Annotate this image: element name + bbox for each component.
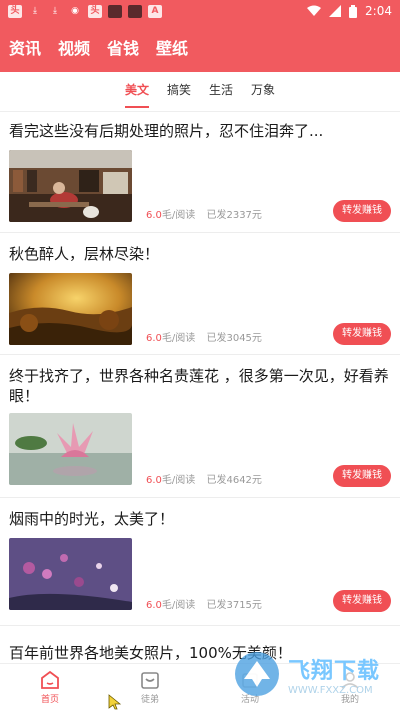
article-title[interactable]: 看完这些没有后期处理的照片，忍不住泪奔了... [9, 121, 392, 141]
article-thumbnail[interactable] [9, 413, 132, 485]
subtab-misc[interactable]: 万象 [251, 72, 275, 112]
watermark: 飞翔下载 WWW.FXXZ.COM [232, 646, 394, 702]
watermark-text: 飞翔下载 [288, 658, 381, 684]
share-earn-button[interactable]: 转发赚钱 [333, 200, 391, 222]
battery-icon [349, 4, 358, 18]
app-icon [128, 4, 142, 18]
status-bar: 头 ⤓ ⤓ ◉ 头 A 2:04 [0, 0, 400, 22]
reward-price: 6.0 [146, 475, 162, 486]
nav-label: 徒弟 [140, 694, 159, 705]
watermark-logo-icon [235, 652, 279, 696]
tab-wallpaper[interactable]: 壁纸 [156, 35, 188, 59]
app-icon [108, 4, 122, 18]
paid-amount: 已发2337元 [206, 210, 262, 221]
reward-price: 6.0 [146, 210, 162, 221]
reward-unit: 毛/阅读 [161, 333, 196, 344]
subtab-essays[interactable]: 美文 [124, 72, 149, 112]
tab-save-money[interactable]: 省钱 [107, 35, 139, 59]
sub-tab-bar: 美文 搞笑 生活 万象 [0, 72, 400, 112]
article-item[interactable]: 看完这些没有后期处理的照片，忍不住泪奔了... 6.0毛/阅读 已发2337元 … [0, 113, 400, 233]
nav-label: 首页 [40, 694, 59, 705]
library-image [9, 150, 132, 222]
tab-news[interactable]: 资讯 [9, 35, 41, 59]
watermark-url: WWW.FXXZ.COM [288, 684, 373, 696]
paid-amount: 已发3045元 [206, 333, 262, 344]
share-earn-button[interactable]: 转发赚钱 [333, 323, 391, 345]
article-item[interactable]: 秋色醉人，层林尽染！ 6.0毛/阅读 已发3045元 转发赚钱 [0, 233, 400, 355]
article-title[interactable]: 烟雨中的时光，太美了！ [9, 509, 392, 529]
autumn-forest-image [9, 273, 132, 345]
article-thumbnail[interactable] [9, 150, 132, 222]
status-time: 2:04 [365, 4, 392, 18]
paid-amount: 已发3715元 [206, 600, 262, 611]
purple-flowers-image [9, 538, 132, 610]
reward-price: 6.0 [146, 333, 162, 344]
article-meta: 6.0毛/阅读 已发3715元 [146, 596, 262, 611]
download-icon: ⤓ [33, 5, 37, 16]
reward-unit: 毛/阅读 [161, 600, 196, 611]
article-item[interactable]: 终于找齐了，世界各种名贵莲花 ，很多第一次见，好看养眼！ 6.0毛/阅读 已发4… [0, 355, 400, 498]
paid-amount: 已发4642元 [206, 475, 262, 486]
download-icon: ⤓ [53, 5, 57, 16]
subtab-life[interactable]: 生活 [209, 72, 233, 112]
signal-icon [329, 5, 342, 17]
article-meta: 6.0毛/阅读 已发3045元 [146, 329, 262, 344]
article-item[interactable]: 烟雨中的时光，太美了！ 6.0毛/阅读 已发3715元 转发赚钱 [0, 498, 400, 626]
status-icons: 头 ⤓ ⤓ ◉ 头 A [8, 4, 307, 18]
status-right: 2:04 [307, 4, 392, 18]
cursor-icon [108, 694, 122, 710]
share-earn-button[interactable]: 转发赚钱 [333, 465, 391, 487]
share-earn-button[interactable]: 转发赚钱 [333, 590, 391, 612]
notification-icon: 头 [8, 4, 22, 18]
wifi-icon [307, 5, 322, 16]
reward-price: 6.0 [146, 600, 162, 611]
lotus-image [9, 413, 132, 485]
home-icon [41, 670, 59, 689]
top-tab-bar: 资讯 视频 省钱 壁纸 [0, 22, 400, 72]
article-feed: 看完这些没有后期处理的照片，忍不住泪奔了... 6.0毛/阅读 已发2337元 … [0, 113, 400, 663]
eye-icon: ◉ [71, 5, 79, 16]
article-thumbnail[interactable] [9, 538, 132, 610]
article-thumbnail[interactable] [9, 273, 132, 345]
nav-home[interactable]: 首页 [0, 664, 100, 710]
article-meta: 6.0毛/阅读 已发4642元 [146, 471, 262, 486]
apprentice-icon [141, 671, 159, 689]
reward-unit: 毛/阅读 [161, 475, 196, 486]
article-title[interactable]: 终于找齐了，世界各种名贵莲花 ，很多第一次见，好看养眼！ [9, 366, 392, 406]
tab-video[interactable]: 视频 [58, 35, 90, 59]
article-title[interactable]: 秋色醉人，层林尽染！ [9, 244, 392, 264]
subtab-funny[interactable]: 搞笑 [167, 72, 191, 112]
notification-icon: 头 [88, 4, 102, 18]
reward-unit: 毛/阅读 [161, 210, 196, 221]
article-meta: 6.0毛/阅读 已发2337元 [146, 206, 262, 221]
a-icon: A [148, 4, 162, 18]
